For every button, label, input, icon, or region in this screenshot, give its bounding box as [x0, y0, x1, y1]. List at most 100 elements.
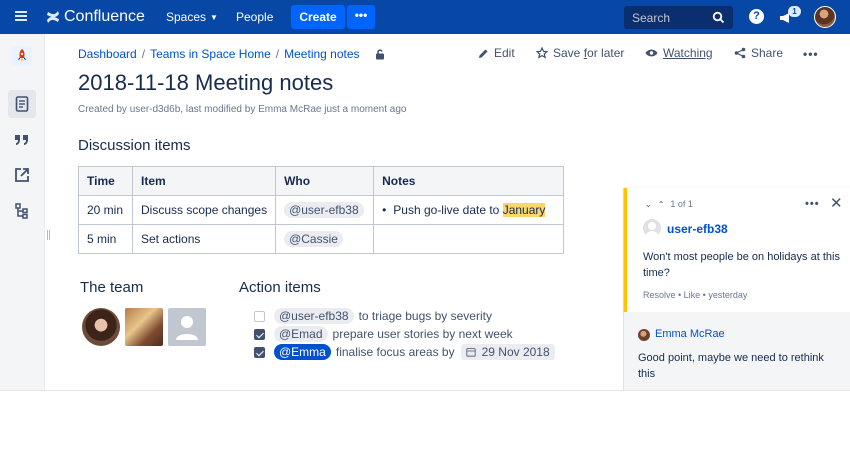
save-for-later-button[interactable]: Save for later: [536, 46, 624, 60]
task-item: @Emad prepare user stories by next week: [254, 326, 513, 342]
cell-notes: • Push go-live date to January: [373, 195, 565, 225]
highlighted-text: January: [502, 203, 546, 217]
confluence-logo[interactable]: Confluence: [46, 6, 145, 28]
pencil-icon: [479, 49, 488, 58]
cell-item: Set actions: [131, 224, 277, 254]
comment-text: Won't most people be on holidays at this…: [643, 251, 840, 279]
reply-text: Good point, maybe we need to rethink thi…: [638, 352, 824, 380]
table-row: 20 min Discuss scope changes @user-efb38…: [78, 195, 565, 225]
comment-navigation: ⌄ ⌃ 1 of 1: [645, 199, 693, 209]
people-link[interactable]: People: [236, 10, 273, 24]
comment-counter: 1 of 1: [670, 199, 693, 209]
task-text: prepare user stories by next week: [332, 327, 513, 341]
comment-actions[interactable]: Resolve • Like • yesterday: [643, 290, 747, 300]
space-avatar-rocket-icon[interactable]: [12, 46, 32, 66]
create-more-button[interactable]: •••: [347, 5, 375, 29]
edit-button[interactable]: Edit: [478, 46, 515, 60]
page-title: 2018-11-18 Meeting notes: [78, 70, 334, 95]
external-link-icon[interactable]: [12, 165, 32, 185]
search-icon: [712, 11, 725, 24]
confluence-logo-icon: [47, 11, 59, 23]
unlock-icon[interactable]: [375, 49, 385, 63]
column-header-item: Item: [131, 166, 277, 196]
user-mention[interactable]: @Emad: [274, 326, 328, 342]
cell-who: @user-efb38: [275, 195, 375, 225]
comment-more-button[interactable]: •••: [805, 198, 820, 210]
chevron-down-icon[interactable]: ⌄: [645, 200, 652, 209]
save-for-later-label: Save for later: [553, 46, 625, 60]
spaces-label: Spaces: [166, 10, 207, 24]
task-checkbox[interactable]: [254, 328, 265, 340]
notification-count-badge: 1: [788, 6, 801, 17]
table-header-row: Time Item Who Notes: [78, 166, 565, 196]
chevron-up-icon[interactable]: ⌃: [658, 200, 665, 209]
help-icon[interactable]: ?: [749, 9, 764, 24]
quote-icon[interactable]: [12, 130, 32, 150]
due-date-text: 29 Nov 2018: [481, 345, 550, 359]
top-navigation-bar: Confluence Spaces ▼ People Create ••• Sea…: [0, 0, 850, 34]
comment-reply: Emma McRae Good point, maybe we need to …: [624, 312, 850, 390]
confluence-window: Confluence Spaces ▼ People Create ••• Sea…: [0, 0, 850, 391]
comment-card: ⌄ ⌃ 1 of 1 ••• ✕ user-efb38 Won't most p…: [624, 188, 850, 312]
user-mention[interactable]: @user-efb38: [274, 308, 354, 324]
task-checkbox[interactable]: [254, 346, 265, 358]
breadcrumb: Dashboard / Teams in Space Home / Meeting no…: [78, 47, 385, 63]
share-label: Share: [751, 46, 784, 60]
user-mention-self[interactable]: @Emma: [274, 344, 331, 360]
discussion-table: Time Item Who Notes 20 min Discuss scope…: [78, 166, 565, 254]
left-sidebar: [0, 34, 45, 390]
watching-button[interactable]: Watching: [645, 46, 713, 60]
due-date-chip[interactable]: 29 Nov 2018: [460, 344, 555, 360]
team-heading: The team: [80, 279, 144, 296]
column-header-who: Who: [275, 166, 375, 196]
page-more-actions-button[interactable]: •••: [803, 47, 819, 61]
bullet-icon: •: [382, 203, 387, 217]
watching-label: Watching: [663, 46, 713, 60]
search-placeholder: Search: [632, 11, 671, 25]
reply-author[interactable]: Emma McRae: [655, 328, 725, 340]
spaces-menu[interactable]: Spaces ▼: [166, 10, 218, 24]
comment-author-avatar[interactable]: [643, 219, 661, 237]
share-button[interactable]: Share: [734, 46, 783, 60]
user-mention[interactable]: @Cassie: [284, 231, 343, 247]
user-avatar[interactable]: [814, 6, 836, 28]
note-text: Push go-live date to: [393, 203, 503, 217]
share-icon: [734, 47, 746, 59]
cell-time: 5 min: [78, 224, 133, 254]
table-row: 5 min Set actions @Cassie: [78, 224, 565, 254]
task-checkbox[interactable]: [254, 310, 265, 322]
page-tree-icon[interactable]: [12, 201, 32, 221]
reply-author-avatar[interactable]: [638, 329, 650, 341]
cell-who: @Cassie: [275, 224, 375, 254]
breadcrumb-separator: /: [141, 47, 146, 61]
column-header-time: Time: [78, 166, 133, 196]
notifications-button[interactable]: 1: [779, 6, 801, 26]
comment-author[interactable]: user-efb38: [667, 222, 728, 236]
user-mention[interactable]: @user-efb38: [284, 202, 364, 218]
eye-icon: [645, 49, 658, 57]
column-header-notes: Notes: [373, 166, 565, 196]
edit-label: Edit: [494, 46, 515, 60]
inline-comment-panel: ⌄ ⌃ 1 of 1 ••• ✕ user-efb38 Won't most p…: [623, 188, 850, 390]
discussion-items-heading: Discussion items: [78, 137, 191, 154]
chevron-down-icon: ▼: [210, 13, 218, 22]
pages-icon[interactable]: [8, 90, 36, 118]
menu-icon[interactable]: [15, 9, 28, 25]
team-member-avatar[interactable]: [82, 308, 120, 346]
calendar-icon: [465, 347, 476, 357]
close-icon[interactable]: ✕: [830, 194, 843, 212]
star-icon: [536, 47, 548, 59]
brand-name: Confluence: [64, 8, 145, 25]
breadcrumb-meeting-notes[interactable]: Meeting notes: [284, 47, 359, 61]
create-button[interactable]: Create: [291, 5, 345, 29]
sidebar-resize-handle[interactable]: [47, 230, 50, 240]
task-item: @Emma finalise focus areas by 29 Nov 201…: [254, 344, 555, 360]
search-input[interactable]: Search: [624, 6, 733, 29]
breadcrumb-separator: /: [275, 47, 280, 61]
cell-time: 20 min: [78, 195, 133, 225]
cell-notes: [373, 224, 565, 254]
breadcrumb-space-home[interactable]: Teams in Space Home: [150, 47, 271, 61]
default-avatar-icon[interactable]: [168, 308, 206, 346]
team-member-avatar[interactable]: [125, 308, 163, 346]
breadcrumb-dashboard[interactable]: Dashboard: [78, 47, 137, 61]
